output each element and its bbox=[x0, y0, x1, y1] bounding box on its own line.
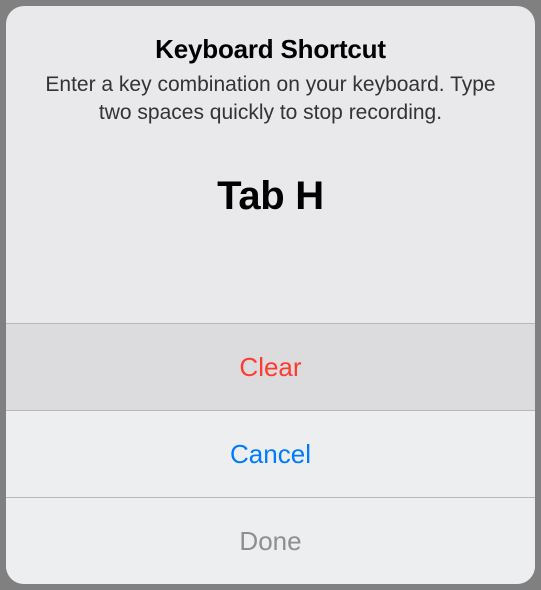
dialog-subtitle: Enter a key combination on your keyboard… bbox=[42, 71, 499, 128]
dialog-title: Keyboard Shortcut bbox=[42, 34, 499, 65]
cancel-button[interactable]: Cancel bbox=[6, 410, 535, 497]
dialog-header: Keyboard Shortcut Enter a key combinatio… bbox=[6, 6, 535, 150]
done-button[interactable]: Done bbox=[6, 497, 535, 584]
dialog-buttons: Clear Cancel Done bbox=[6, 323, 535, 584]
clear-button[interactable]: Clear bbox=[6, 323, 535, 410]
shortcut-recording-field[interactable]: Tab H bbox=[6, 150, 535, 257]
keyboard-shortcut-dialog: Keyboard Shortcut Enter a key combinatio… bbox=[6, 6, 535, 584]
